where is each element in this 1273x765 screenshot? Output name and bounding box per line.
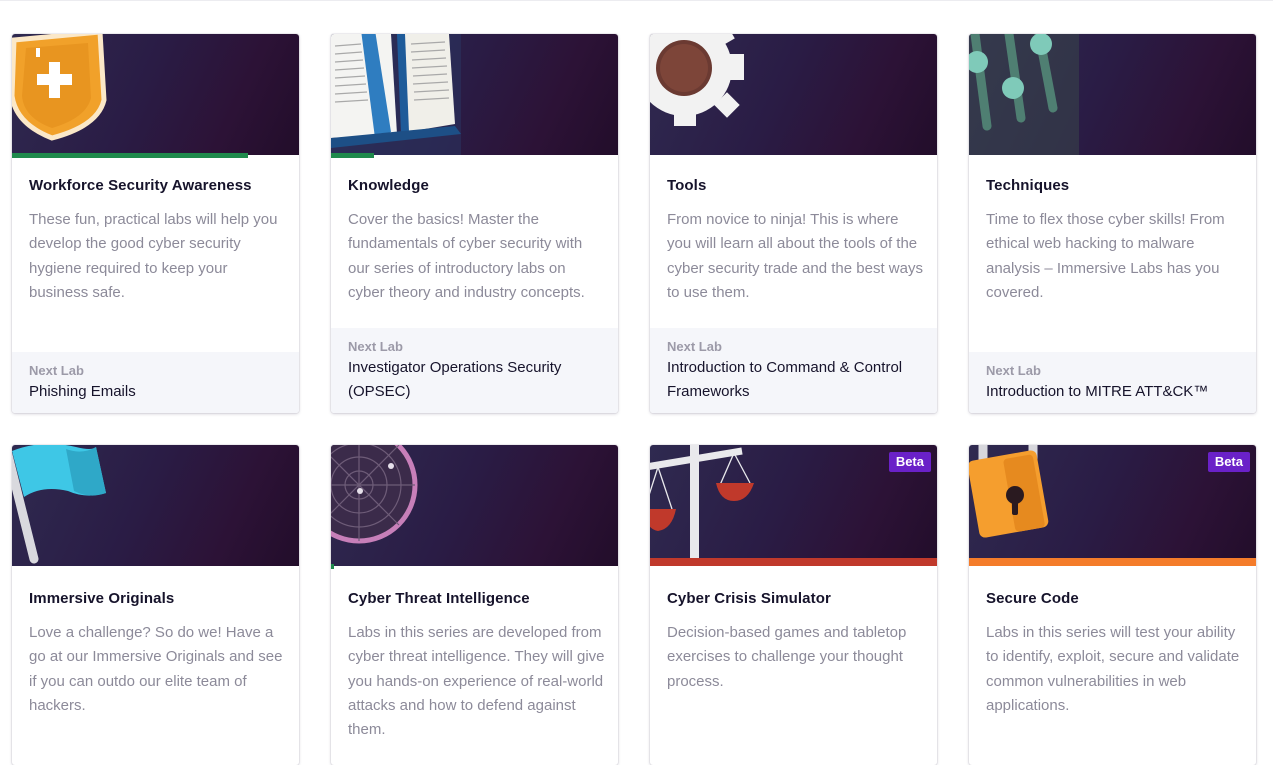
card-description: From novice to ninja! This is where you … — [667, 211, 923, 301]
next-lab-section[interactable]: Next Lab Investigator Operations Securit… — [331, 328, 618, 413]
next-lab-section[interactable]: Next Lab Phishing Emails — [12, 352, 299, 413]
next-lab-section[interactable]: Next Lab Introduction to Command & Contr… — [650, 328, 937, 413]
card-description: These fun, practical labs will help you … — [29, 211, 278, 301]
card-banner — [331, 34, 618, 155]
series-card-tools[interactable]: Tools From novice to ninja! This is wher… — [650, 34, 937, 413]
radar-icon — [331, 445, 418, 544]
next-lab-value[interactable]: Introduction to Command & Control Framew… — [667, 356, 929, 404]
card-title: Workforce Security Awareness — [29, 177, 252, 194]
card-banner — [12, 445, 299, 566]
next-lab-value[interactable]: Introduction to MITRE ATT&CK™ — [986, 380, 1248, 404]
series-card-techniques[interactable]: Techniques Time to flex those cyber skil… — [969, 34, 1256, 413]
card-banner — [969, 34, 1256, 155]
lab-series-grid: Workforce Security Awareness These fun, … — [12, 34, 1258, 765]
card-title: Cyber Crisis Simulator — [667, 590, 831, 607]
card-description: Labs in this series will test your abili… — [986, 624, 1240, 714]
progress-bar — [12, 153, 248, 158]
flag-icon — [12, 445, 106, 564]
next-lab-label: Next Lab — [986, 363, 1041, 378]
open-book-icon — [331, 34, 461, 155]
beta-badge: Beta — [888, 452, 931, 472]
card-title: Knowledge — [348, 177, 429, 194]
progress-bar — [331, 153, 374, 158]
card-title: Tools — [667, 177, 707, 194]
series-card-cyber-threat-intelligence[interactable]: Cyber Threat Intelligence Labs in this s… — [331, 445, 618, 765]
card-title: Cyber Threat Intelligence — [348, 590, 530, 607]
next-lab-label: Next Lab — [348, 339, 403, 354]
shield-plus-icon — [12, 34, 107, 141]
next-lab-label: Next Lab — [667, 339, 722, 354]
card-title: Immersive Originals — [29, 590, 175, 607]
card-banner: Beta — [650, 445, 937, 566]
series-card-immersive-originals[interactable]: Immersive Originals Love a challenge? So… — [12, 445, 299, 765]
next-lab-label: Next Lab — [29, 363, 84, 378]
accent-strip — [650, 558, 937, 566]
progress-bar — [331, 564, 334, 569]
gear-icon — [650, 34, 744, 126]
next-lab-section[interactable]: Next Lab Introduction to MITRE ATT&CK™ — [969, 352, 1256, 413]
card-title: Techniques — [986, 177, 1070, 194]
next-lab-value[interactable]: Investigator Operations Security (OPSEC) — [348, 356, 610, 404]
accent-strip — [969, 558, 1256, 566]
series-card-knowledge[interactable]: Knowledge Cover the basics! Master the f… — [331, 34, 618, 413]
card-description: Labs in this series are developed from c… — [348, 624, 605, 739]
card-description: Love a challenge? So do we! Have a go at… — [29, 624, 283, 714]
top-divider — [0, 0, 1273, 1]
card-banner: Beta — [969, 445, 1256, 566]
sliders-icon — [969, 34, 1079, 155]
next-lab-value[interactable]: Phishing Emails — [29, 380, 291, 404]
card-title: Secure Code — [986, 590, 1079, 607]
series-card-workforce-security-awareness[interactable]: Workforce Security Awareness These fun, … — [12, 34, 299, 413]
series-card-cyber-crisis-simulator[interactable]: Beta Cyber Crisis Simulator Decision-bas… — [650, 445, 937, 765]
card-banner — [331, 445, 618, 566]
beta-badge: Beta — [1207, 452, 1250, 472]
card-banner — [12, 34, 299, 155]
card-description: Time to flex those cyber skills! From et… — [986, 211, 1225, 301]
card-description: Decision-based games and tabletop exerci… — [667, 624, 907, 690]
card-banner — [650, 34, 937, 155]
card-description: Cover the basics! Master the fundamental… — [348, 211, 585, 301]
series-card-secure-code[interactable]: Beta Secure Code Labs in this series wil… — [969, 445, 1256, 765]
